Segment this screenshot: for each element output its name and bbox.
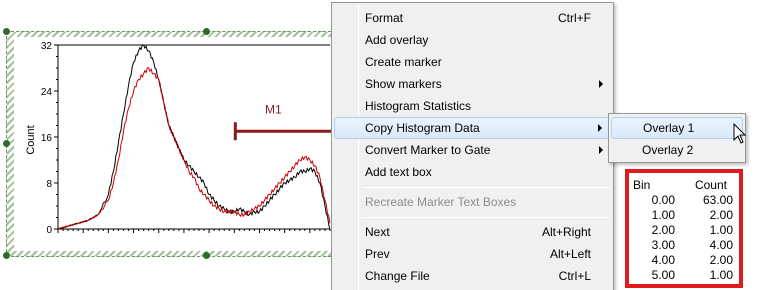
menu-item-label: Format — [365, 11, 404, 25]
submenu-copy-histogram-data: Overlay 1 Overlay 2 — [608, 113, 746, 163]
bin-value: 2.00 — [651, 223, 675, 237]
menu-item-label: Copy Histogram Data — [365, 121, 480, 135]
context-menu: Format Ctrl+F Add overlay Create marker … — [331, 2, 614, 290]
menu-item-format[interactable]: Format Ctrl+F — [334, 7, 611, 29]
bin-value: 4.00 — [651, 253, 675, 267]
histogram-series-2 — [57, 67, 331, 230]
submenu-arrow-icon — [598, 124, 602, 132]
marker-label: M1 — [265, 102, 282, 116]
count-value: 1.00 — [709, 268, 733, 282]
menu-item-shortcut: Ctrl+F — [558, 11, 591, 25]
histogram-data-panel: Bin Count 0.00 63.00 1.00 2.00 2.00 1.00… — [625, 169, 743, 288]
menu-item-show-markers[interactable]: Show markers — [334, 73, 611, 95]
menu-item-label: Create marker — [365, 55, 442, 69]
menu-item-change-file[interactable]: Change File Ctrl+L — [334, 265, 611, 287]
submenu-item-label: Overlay 2 — [642, 143, 694, 157]
count-value: 63.00 — [702, 193, 733, 207]
submenu-arrow-icon — [599, 146, 603, 154]
menu-item-label: Change File — [365, 269, 430, 283]
menu-item-shortcut: Ctrl+L — [558, 269, 591, 283]
menu-item-create-marker[interactable]: Create marker — [334, 51, 611, 73]
count-value: 1.00 — [709, 223, 733, 237]
bin-value: 3.00 — [651, 238, 675, 252]
menu-item-label: Prev — [365, 247, 390, 261]
menu-item-histogram-statistics[interactable]: Histogram Statistics — [334, 95, 611, 117]
menu-item-label: Add text box — [365, 165, 432, 179]
count-value: 2.00 — [709, 253, 733, 267]
menu-item-next[interactable]: Next Alt+Right — [334, 221, 611, 243]
menu-item-label: Next — [365, 225, 390, 239]
histogram-chart: 0 8 16 24 32 M1 Count — [25, 41, 332, 236]
menu-item-recreate-marker-text-boxes: Recreate Marker Text Boxes — [334, 191, 611, 213]
menu-item-copy-histogram-data[interactable]: Copy Histogram Data — [334, 117, 611, 139]
y-tick-label: 8 — [46, 179, 52, 190]
submenu-item-label: Overlay 1 — [643, 121, 695, 135]
y-tick-label: 0 — [46, 225, 52, 236]
menu-item-label: Show markers — [365, 77, 442, 91]
menu-separator — [362, 187, 610, 188]
column-header-bin: Bin — [633, 178, 651, 192]
menu-item-shortcut: Alt+Right — [541, 225, 591, 239]
menu-item-prev[interactable]: Prev Alt+Left — [334, 243, 611, 265]
menu-item-add-text-box[interactable]: Add text box — [334, 161, 611, 183]
bin-value: 0.00 — [651, 193, 675, 207]
bin-value: 5.00 — [651, 268, 675, 282]
menu-item-convert-marker-to-gate[interactable]: Convert Marker to Gate — [334, 139, 611, 161]
y-tick-label: 32 — [41, 41, 53, 52]
menu-item-label: Recreate Marker Text Boxes — [365, 195, 517, 209]
histogram-series-1 — [57, 44, 331, 230]
axes: 0 8 16 24 32 — [41, 41, 331, 236]
bin-value: 1.00 — [651, 208, 675, 222]
y-tick-label: 16 — [41, 133, 53, 144]
column-header-count: Count — [694, 178, 727, 192]
menu-item-label: Convert Marker to Gate — [365, 143, 491, 157]
count-value: 2.00 — [709, 208, 733, 222]
menu-item-label: Histogram Statistics — [365, 99, 472, 113]
submenu-item-overlay-1[interactable]: Overlay 1 — [611, 117, 743, 139]
y-tick-label: 24 — [41, 87, 53, 98]
submenu-item-overlay-2[interactable]: Overlay 2 — [611, 139, 743, 161]
series-group — [57, 44, 331, 230]
count-value: 4.00 — [709, 238, 733, 252]
menu-item-label: Add overlay — [365, 33, 429, 47]
marker-m1[interactable]: M1 — [233, 102, 332, 141]
submenu-arrow-icon — [599, 80, 603, 88]
menu-item-add-overlay[interactable]: Add overlay — [334, 29, 611, 51]
y-axis-label: Count — [25, 125, 37, 154]
menu-separator — [362, 217, 610, 218]
screen: 0 8 16 24 32 M1 Count Format Ctrl+F Add over… — [0, 0, 760, 290]
menu-item-shortcut: Alt+Left — [549, 247, 591, 261]
mouse-pointer-icon — [733, 123, 747, 144]
